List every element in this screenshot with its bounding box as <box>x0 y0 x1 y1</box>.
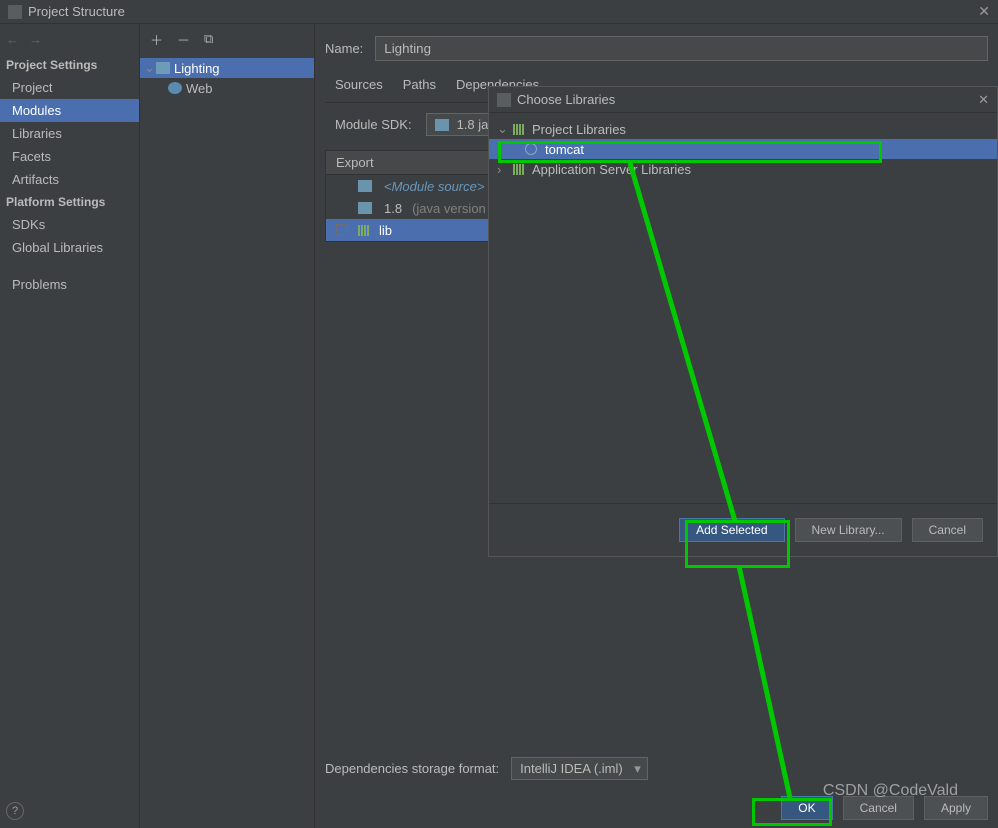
lib-app-server-libraries[interactable]: › Application Server Libraries <box>489 159 997 179</box>
apply-button[interactable]: Apply <box>924 796 988 820</box>
tree-web-label: Web <box>186 81 213 96</box>
folder-icon <box>435 119 449 131</box>
nav-forward-icon[interactable]: → <box>29 32 42 47</box>
chevron-right-icon[interactable]: › <box>497 162 509 177</box>
remove-icon[interactable]: － <box>177 30 190 49</box>
folder-icon <box>156 62 170 74</box>
nav-arrows: ← → <box>0 24 139 54</box>
library-tree: ⌄ Project Libraries tomcat › Application… <box>489 113 997 503</box>
nav-artifacts[interactable]: Artifacts <box>0 168 139 191</box>
dialog-cancel-button[interactable]: Cancel <box>912 518 983 542</box>
copy-icon[interactable]: ⧉ <box>204 31 213 47</box>
name-input[interactable] <box>375 36 988 61</box>
folder-icon <box>358 180 372 192</box>
section-project-settings: Project Settings <box>0 54 139 76</box>
tree-toolbar: ＋ － ⧉ <box>140 24 314 54</box>
deps-format-value: IntelliJ IDEA (.iml) <box>520 761 623 776</box>
library-icon <box>513 164 524 175</box>
globe-icon <box>525 143 537 155</box>
tab-sources[interactable]: Sources <box>335 77 383 96</box>
web-icon <box>168 82 182 94</box>
nav-modules[interactable]: Modules <box>0 99 139 122</box>
lib-app-server-label: Application Server Libraries <box>532 162 691 177</box>
dialog-close-icon[interactable]: ✕ <box>978 92 989 108</box>
sdk-label: Module SDK: <box>335 117 412 132</box>
window-close-icon[interactable]: ✕ <box>978 3 990 20</box>
deps-format-label: Dependencies storage format: <box>325 761 499 776</box>
lib-tomcat[interactable]: tomcat <box>489 139 997 159</box>
nav-libraries[interactable]: Libraries <box>0 122 139 145</box>
library-icon <box>358 225 369 236</box>
nav-facets[interactable]: Facets <box>0 145 139 168</box>
nav-back-icon[interactable]: ← <box>6 32 19 47</box>
ok-button[interactable]: OK <box>781 796 832 820</box>
tab-paths[interactable]: Paths <box>403 77 436 96</box>
tree-web[interactable]: Web <box>140 78 314 98</box>
nav-problems[interactable]: Problems <box>0 273 139 296</box>
chevron-down-icon[interactable]: ⌄ <box>497 121 509 137</box>
window-title: Project Structure <box>28 4 125 19</box>
library-icon <box>513 124 524 135</box>
module-tree-panel: ＋ － ⧉ ⌄ Lighting Web <box>140 24 315 828</box>
help-button[interactable]: ? <box>6 802 24 820</box>
folder-icon <box>358 202 372 214</box>
deps-format-dropdown[interactable]: IntelliJ IDEA (.iml) <box>511 757 648 780</box>
nav-sdks[interactable]: SDKs <box>0 213 139 236</box>
export-sdk-suffix: (java version <box>412 201 486 216</box>
nav-global-libraries[interactable]: Global Libraries <box>0 236 139 259</box>
export-sdk-prefix: 1.8 <box>384 201 402 216</box>
lib-project-label: Project Libraries <box>532 122 626 137</box>
left-nav: ← → Project Settings Project Modules Lib… <box>0 24 140 828</box>
app-icon <box>8 5 22 19</box>
new-library-button[interactable]: New Library... <box>795 518 902 542</box>
tree-module-lighting[interactable]: ⌄ Lighting <box>140 58 314 78</box>
chevron-down-icon[interactable]: ⌄ <box>144 60 156 76</box>
window-title-bar: Project Structure ✕ <box>0 0 998 24</box>
dialog-title: Choose Libraries <box>517 92 615 107</box>
tree-module-label: Lighting <box>174 61 220 76</box>
export-checkbox[interactable] <box>336 224 348 236</box>
lib-project-libraries[interactable]: ⌄ Project Libraries <box>489 119 997 139</box>
section-platform-settings: Platform Settings <box>0 191 139 213</box>
export-lib-label: lib <box>379 223 392 238</box>
choose-libraries-dialog: Choose Libraries ✕ ⌄ Project Libraries t… <box>488 86 998 557</box>
nav-project[interactable]: Project <box>0 76 139 99</box>
name-label: Name: <box>325 41 363 56</box>
app-icon <box>497 93 511 107</box>
export-module-source: <Module source> <box>384 179 484 194</box>
cancel-button[interactable]: Cancel <box>843 796 914 820</box>
dialog-title-bar: Choose Libraries ✕ <box>489 87 997 113</box>
lib-tomcat-label: tomcat <box>545 142 584 157</box>
add-icon[interactable]: ＋ <box>150 30 163 49</box>
add-selected-button[interactable]: Add Selected <box>679 518 784 542</box>
